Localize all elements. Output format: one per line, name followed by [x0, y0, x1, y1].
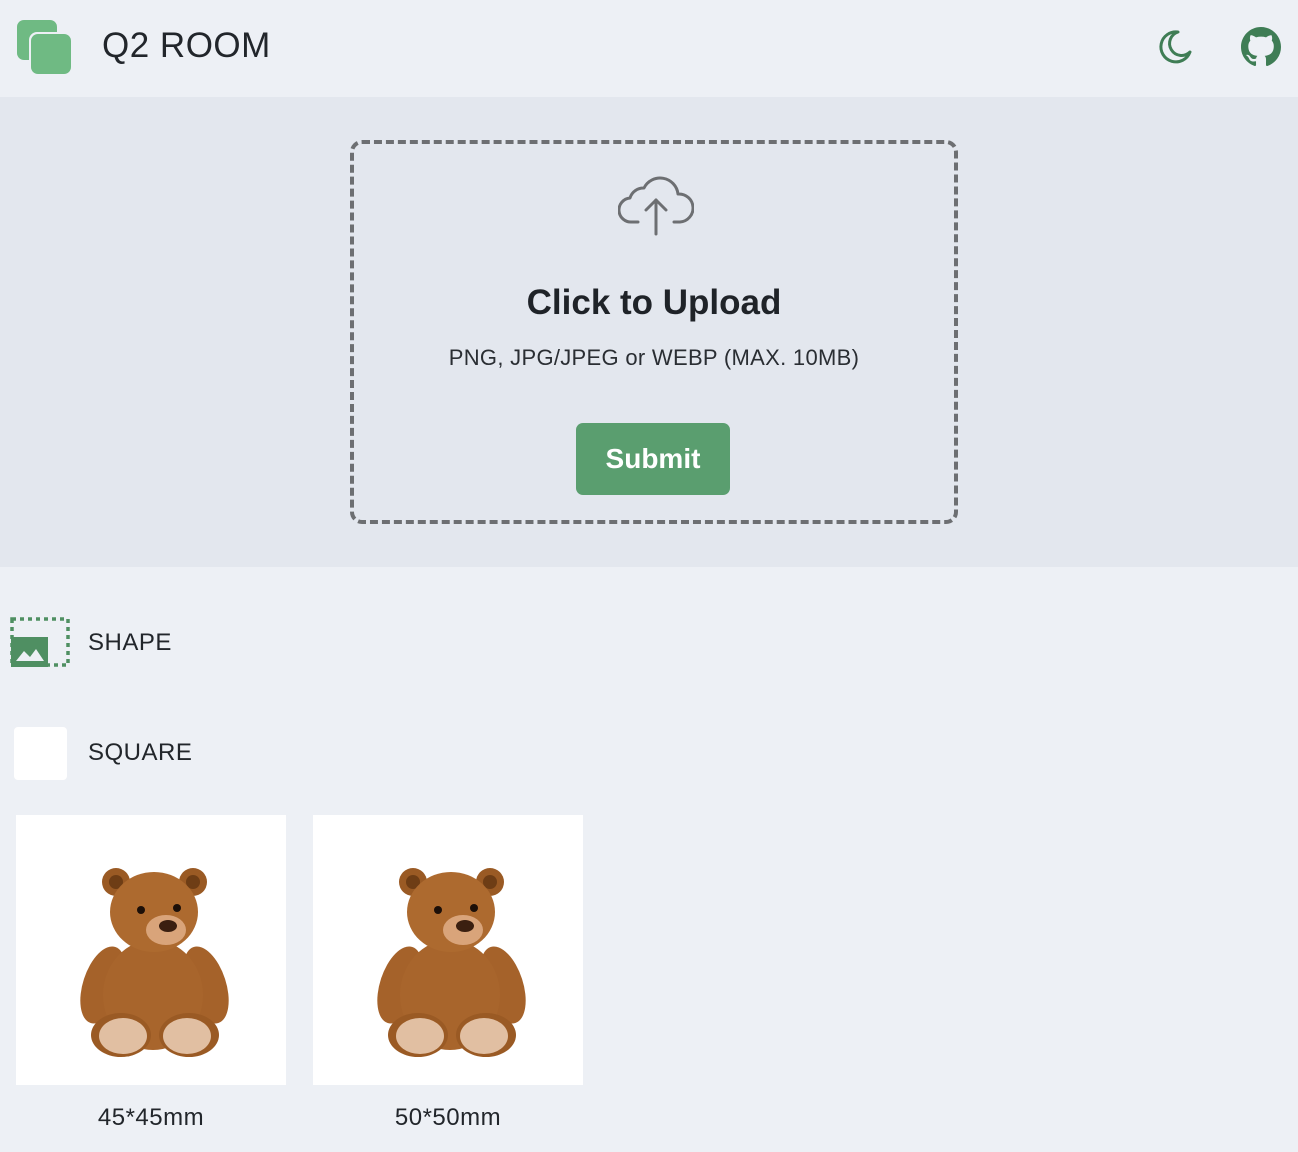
upload-dropzone[interactable]: Click to Upload PNG, JPG/JPEG or WEBP (M…	[350, 140, 958, 524]
theme-toggle-button[interactable]	[1154, 26, 1196, 68]
product-size-label: 45*45mm	[97, 1104, 205, 1131]
shape-option-label: SHAPE	[88, 629, 172, 656]
app-header: Q2 ROOM	[0, 0, 1298, 97]
upload-section: Click to Upload PNG, JPG/JPEG or WEBP (M…	[0, 97, 1298, 567]
submit-button[interactable]: Submit	[576, 423, 730, 495]
product-card[interactable]: 45*45mm	[16, 815, 286, 1131]
square-option[interactable]: SQUARE	[0, 725, 220, 781]
github-link[interactable]	[1240, 26, 1282, 68]
product-image	[16, 815, 286, 1085]
square-option-label: SQUARE	[88, 739, 193, 766]
github-icon	[1241, 27, 1281, 67]
app-title: Q2 ROOM	[102, 26, 271, 65]
square-swatch	[14, 727, 67, 780]
upload-title: Click to Upload	[526, 283, 782, 322]
teddy-bear-image	[80, 868, 229, 1057]
product-image	[313, 815, 583, 1085]
app-logo-icon[interactable]	[16, 18, 72, 74]
product-card[interactable]: 50*50mm	[313, 815, 583, 1131]
product-size-label: 50*50mm	[394, 1104, 502, 1131]
upload-format-hint: PNG, JPG/JPEG or WEBP (MAX. 10MB)	[448, 345, 860, 370]
shape-option[interactable]: SHAPE	[0, 615, 200, 671]
shape-image-icon	[10, 617, 70, 667]
cloud-upload-icon	[618, 176, 694, 236]
teddy-bear-image	[377, 868, 526, 1057]
moon-icon	[1159, 30, 1192, 64]
